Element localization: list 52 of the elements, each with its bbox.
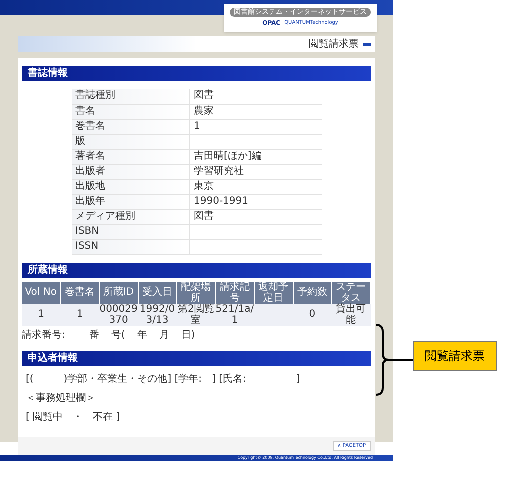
field-label: 書名 bbox=[72, 104, 190, 119]
office-use-label: ＜事務処理欄＞ bbox=[26, 392, 97, 406]
table-cell: 第2閲覧室 bbox=[176, 304, 216, 326]
field-value: 学習研究社 bbox=[190, 164, 322, 179]
request-number-text: 月 bbox=[159, 328, 170, 342]
table-cell: 521/1a/1 bbox=[216, 304, 254, 326]
status-line: [ 閲覧中 ・ 不在 ] bbox=[26, 410, 122, 424]
column-header: Vol No bbox=[22, 282, 61, 304]
field-label: ISBN bbox=[72, 224, 190, 239]
field-value: 農家 bbox=[190, 104, 322, 119]
section-header: 書誌情報 bbox=[22, 66, 371, 81]
table-cell: 000029370 bbox=[99, 304, 138, 326]
table-cell: 1 bbox=[60, 304, 100, 326]
applicant-line: [( )学部・卒業生・その他] [学年: ] [氏名: ] bbox=[26, 372, 302, 386]
table-cell: 貸出可能 bbox=[332, 304, 370, 326]
title-mark-icon bbox=[363, 42, 371, 46]
page-title: 閲覧請求票 bbox=[309, 38, 359, 52]
request-number-text: 日) bbox=[181, 328, 196, 342]
column-header: 所蔵ID bbox=[99, 282, 138, 304]
field-value: 図書 bbox=[190, 89, 322, 104]
field-value: 吉田晴[ほか]編 bbox=[190, 149, 322, 164]
field-label: 出版者 bbox=[72, 164, 190, 179]
table-cell: 1992/03/13 bbox=[138, 304, 177, 326]
column-header: 受入日 bbox=[138, 282, 177, 304]
field-label: 著者名 bbox=[72, 149, 190, 164]
field-value: 1 bbox=[190, 119, 322, 134]
field-value: 図書 bbox=[190, 209, 322, 224]
callout-label: 閲覧請求票 bbox=[413, 341, 497, 371]
request-number-text: 番 bbox=[89, 328, 100, 342]
field-label: 出版地 bbox=[72, 179, 190, 194]
column-header: 返却予定日 bbox=[254, 282, 294, 304]
section-header: 申込者情報 bbox=[22, 350, 371, 366]
field-label: 出版年 bbox=[72, 194, 190, 209]
field-label: 版 bbox=[72, 134, 190, 149]
column-header: 配架場所 bbox=[176, 282, 216, 304]
request-number-text: 号( bbox=[111, 328, 126, 342]
field-value: 東京 bbox=[190, 179, 322, 194]
column-header: ステータス bbox=[332, 282, 370, 304]
field-value: 1990-1991 bbox=[190, 194, 322, 209]
table-cell: 0 bbox=[293, 304, 332, 326]
field-label: ISSN bbox=[72, 239, 190, 254]
request-number-text: 年 bbox=[137, 328, 148, 342]
table-cell: 1 bbox=[22, 304, 61, 326]
column-header: 予約数 bbox=[293, 282, 332, 304]
section-header: 所蔵情報 bbox=[22, 262, 371, 278]
request-number-text: 請求番号: bbox=[22, 328, 66, 342]
field-label: メディア種別 bbox=[72, 209, 190, 224]
field-label: 書誌種別 bbox=[72, 89, 190, 104]
column-header: 巻書名 bbox=[60, 282, 100, 304]
field-label: 巻書名 bbox=[72, 119, 190, 134]
bracket-drawing bbox=[375, 324, 415, 396]
column-header: 請求記号 bbox=[216, 282, 254, 304]
